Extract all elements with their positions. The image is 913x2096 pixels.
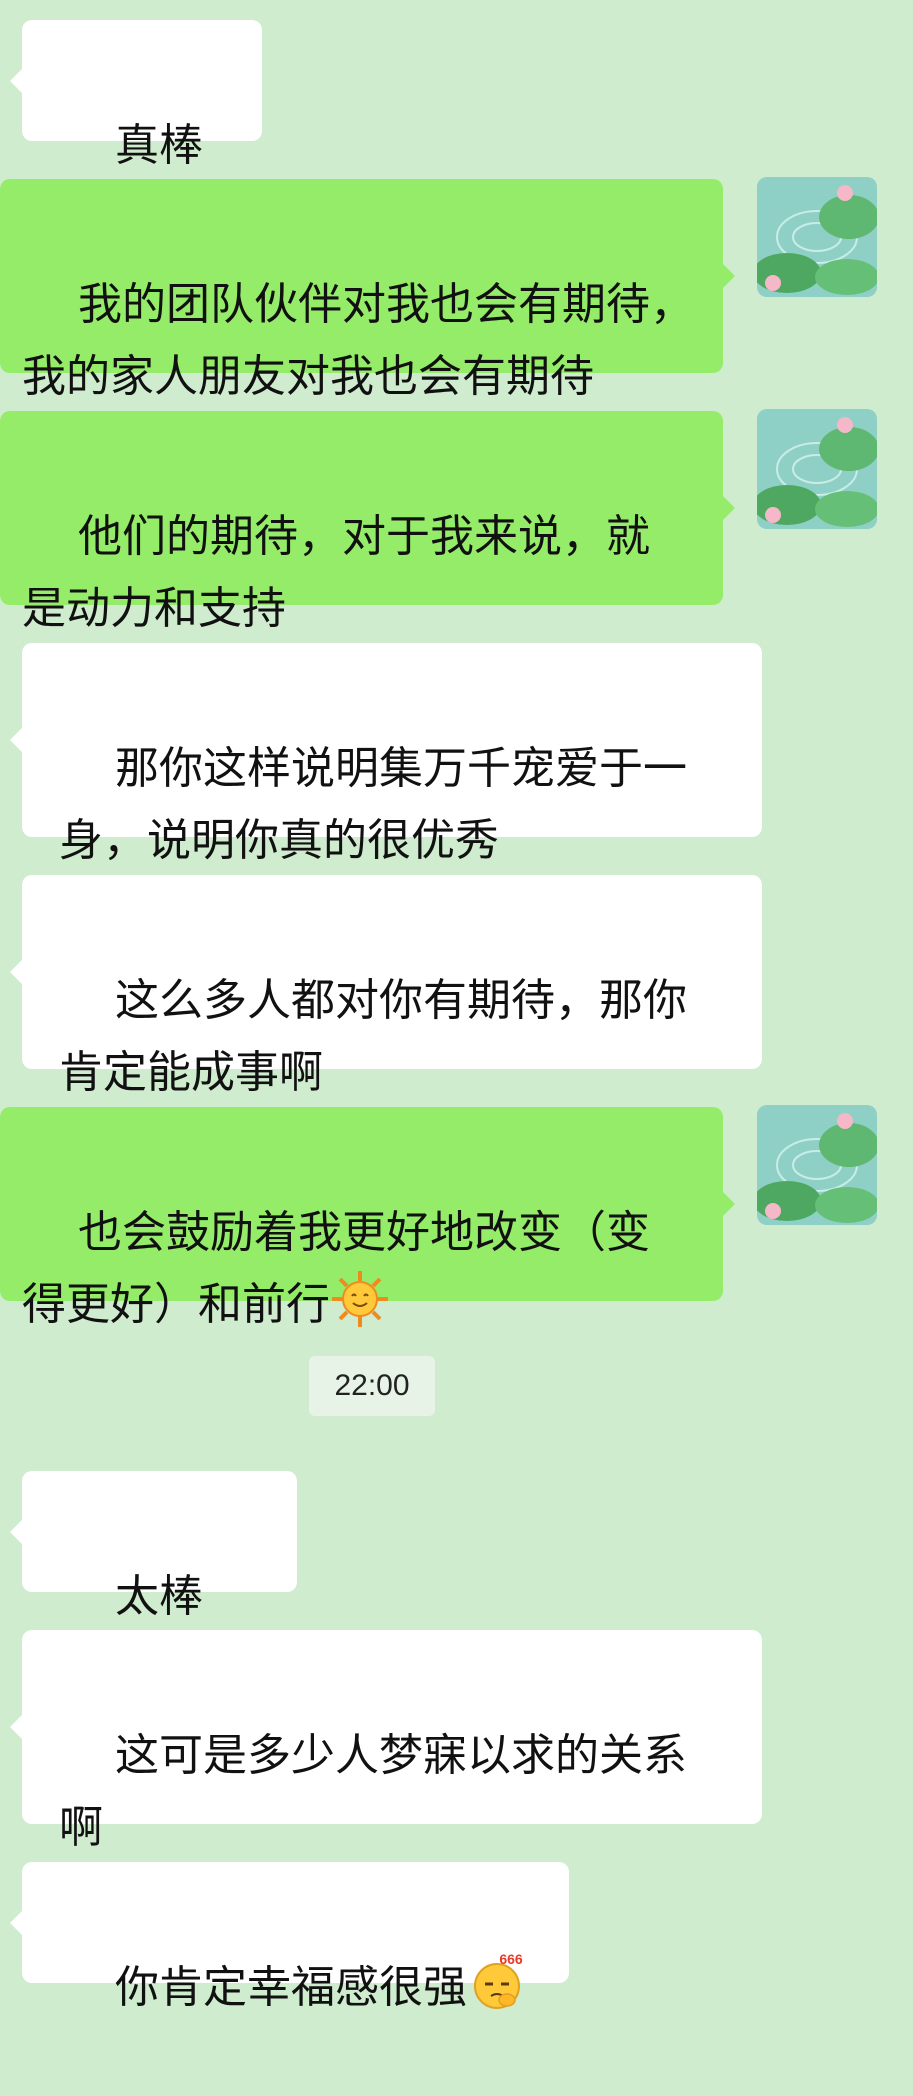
message-bubble-received[interactable]: 那你这样说明集万千宠爱于一 身，说明你真的很优秀 [10, 643, 762, 866]
lotus-pond-avatar-image [757, 1105, 877, 1225]
user-avatar[interactable] [757, 1105, 877, 1225]
lotus-pond-avatar-image [757, 177, 877, 297]
message-text: 真棒 [114, 120, 203, 171]
666-emoji: 666 [473, 1952, 523, 2009]
message-bubble-sent[interactable]: 他们的期待，对于我来说，就 是动力和支持 [0, 411, 735, 634]
user-avatar[interactable] [757, 409, 877, 529]
message-text: 这可是多少人梦寐以求的关系 啊 [59, 1730, 687, 1853]
sun-face-emoji [332, 1271, 388, 1327]
lotus-pond-avatar-image [757, 409, 877, 529]
message-bubble-sent[interactable]: 我的团队伙伴对我也会有期待， 我的家人朋友对我也会有期待 [0, 179, 735, 402]
chat-timestamp: 22:00 [309, 1356, 435, 1416]
message-bubble-received[interactable]: 真棒 [10, 20, 262, 237]
666-label: 666 [499, 1952, 523, 1967]
message-text: 这么多人都对你有期待，那你 肯定能成事啊 [59, 975, 687, 1098]
message-bubble-sent[interactable]: 也会鼓励着我更好地改变（变 得更好）和前行 [0, 1107, 735, 1330]
message-text: 你肯定幸福感很强 [114, 1962, 467, 2013]
message-bubble-received[interactable]: 这么多人都对你有期待，那你 肯定能成事啊 [10, 875, 762, 1098]
message-text: 他们的期待，对于我来说，就 是动力和支持 [22, 511, 650, 634]
message-text: 那你这样说明集万千宠爱于一 身，说明你真的很优秀 [59, 743, 687, 866]
user-avatar[interactable] [757, 177, 877, 297]
message-text: 我的团队伙伴对我也会有期待， 我的家人朋友对我也会有期待 [22, 279, 694, 402]
chat-window: 真棒 我的团队伙伴对我也会有期待， 我的家人朋友对我也会有期待 他们的期待，对于… [0, 0, 913, 2013]
message-bubble-received[interactable]: 你肯定幸福感很强 666 [10, 1862, 569, 2013]
message-bubble-received[interactable]: 太棒了！ [10, 1471, 297, 1694]
message-bubble-received[interactable]: 这可是多少人梦寐以求的关系 啊 [10, 1630, 762, 1853]
